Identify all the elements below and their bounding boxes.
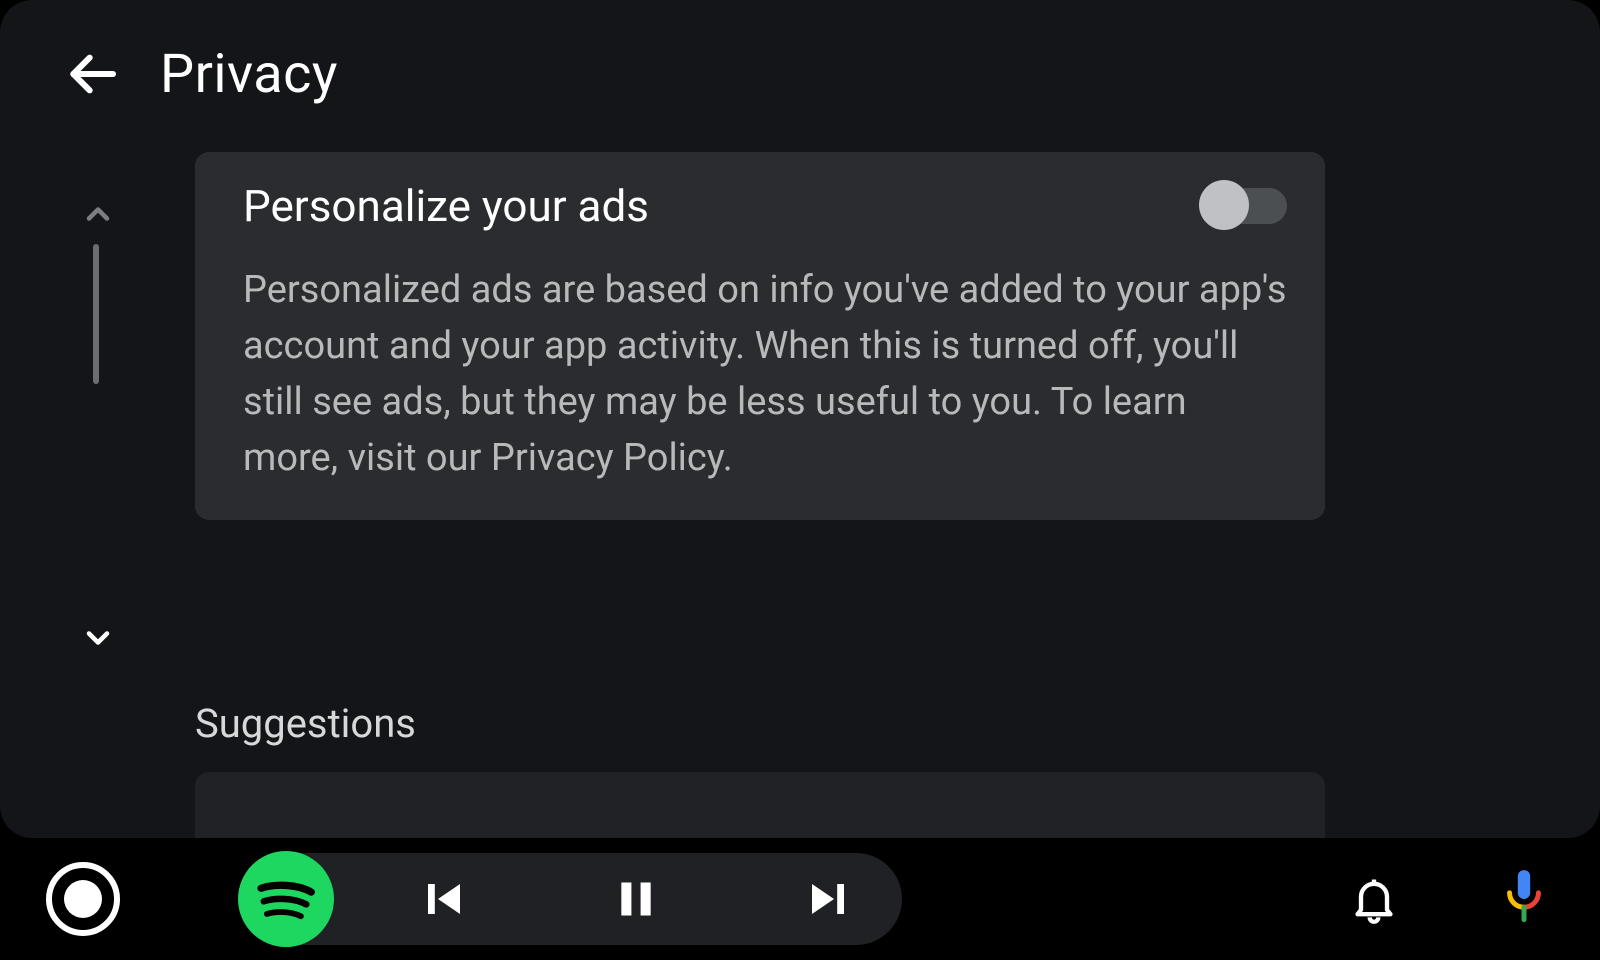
- bell-icon: [1348, 873, 1400, 925]
- launcher-button[interactable]: [46, 862, 120, 936]
- scroll-up-button[interactable]: [74, 190, 122, 238]
- toggle-knob: [1199, 180, 1249, 230]
- scroll-track: [93, 244, 99, 384]
- spotify-icon: [240, 853, 332, 945]
- media-controls: [420, 875, 852, 923]
- card-title: Personalize your ads: [243, 180, 649, 232]
- pause-icon: [614, 875, 658, 923]
- media-pill[interactable]: [240, 853, 902, 945]
- card-header: Personalize your ads: [243, 180, 1287, 232]
- arrow-left-icon: [64, 46, 120, 102]
- mic-icon: [1499, 868, 1549, 930]
- header: Privacy: [0, 0, 1600, 124]
- page-title: Privacy: [160, 43, 338, 106]
- app-window: Privacy Personalize your ads: [0, 0, 1600, 960]
- bottom-bar: [0, 838, 1600, 960]
- scroll-indicator: [74, 190, 122, 662]
- chevron-up-icon: [80, 196, 116, 232]
- pause-button[interactable]: [614, 875, 658, 923]
- voice-assistant-button[interactable]: [1494, 869, 1554, 929]
- scroll-down-button[interactable]: [74, 614, 122, 662]
- personalize-ads-toggle[interactable]: [1203, 188, 1287, 224]
- notifications-button[interactable]: [1344, 869, 1404, 929]
- circle-dot-icon: [64, 880, 102, 918]
- spotify-app-button[interactable]: [238, 851, 334, 947]
- content-area: Privacy Personalize your ads: [0, 0, 1600, 838]
- chevron-down-icon: [80, 620, 116, 656]
- skip-next-icon: [804, 875, 852, 923]
- previous-track-button[interactable]: [420, 875, 468, 923]
- next-card-peek[interactable]: [195, 772, 1325, 842]
- suggestions-section-header: Suggestions: [195, 700, 416, 747]
- skip-previous-icon: [420, 875, 468, 923]
- next-track-button[interactable]: [804, 875, 852, 923]
- back-button[interactable]: [56, 38, 128, 110]
- personalize-ads-card: Personalize your ads Personalized ads ar…: [195, 152, 1325, 520]
- card-description: Personalized ads are based on info you'v…: [243, 262, 1287, 486]
